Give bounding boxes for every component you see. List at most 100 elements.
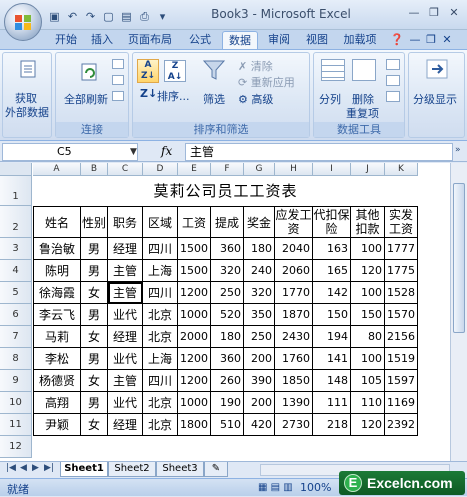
table-cell[interactable]: 100 [351,348,385,370]
table-cell[interactable]: 1000 [178,392,211,414]
table-cell[interactable]: 320 [211,260,244,282]
column-header-j[interactable]: J [351,163,385,176]
table-cell[interactable]: 马莉 [33,326,81,348]
sheet-tab-1[interactable]: Sheet1 [60,462,108,477]
table-cell[interactable]: 105 [351,370,385,392]
column-header-e[interactable]: E [178,163,211,176]
outline-button[interactable]: 分级显示 [413,91,457,107]
column-header-a[interactable]: A [33,163,81,176]
properties-icon[interactable] [112,75,124,85]
table-cell[interactable]: 320 [244,282,275,304]
table-cell[interactable]: 163 [313,238,351,260]
sort-button[interactable]: 排序... [157,88,190,104]
row-header-4[interactable]: 4 [0,260,32,282]
header-cell[interactable]: 应发工资 [275,206,313,238]
table-cell[interactable]: 陈明 [33,260,81,282]
table-cell[interactable]: 194 [313,326,351,348]
table-cell[interactable]: 1519 [385,348,418,370]
table-cell[interactable]: 1500 [178,260,211,282]
table-cell[interactable]: 1000 [178,304,211,326]
table-cell[interactable]: 390 [244,370,275,392]
table-cell[interactable]: 250 [244,326,275,348]
table-cell[interactable]: 1777 [385,238,418,260]
table-cell[interactable]: 100 [351,282,385,304]
ribbon-minimize-icon[interactable]: — [408,31,422,49]
table-cell[interactable]: 经理 [108,238,143,260]
tab-view[interactable]: 视图 [300,31,334,49]
refresh-all-button[interactable]: 全部刷新 [64,91,108,107]
table-cell[interactable]: 杨德贤 [33,370,81,392]
table-cell[interactable]: 2060 [275,260,313,282]
table-cell[interactable]: 1528 [385,282,418,304]
table-cell[interactable]: 100 [351,238,385,260]
table-cell[interactable]: 1760 [275,348,313,370]
table-cell[interactable]: 190 [211,392,244,414]
table-cell[interactable]: 80 [351,326,385,348]
column-header-f[interactable]: F [211,163,244,176]
column-header-c[interactable]: C [108,163,143,176]
table-cell[interactable]: 200 [244,348,275,370]
header-cell[interactable]: 提成 [211,206,244,238]
tab-home[interactable]: 开始 [48,31,84,49]
table-cell[interactable]: 510 [211,414,244,436]
remove-duplicates-label-2[interactable]: 重复项 [346,105,379,121]
clear-button[interactable]: ✗ 清除 [238,58,273,74]
expand-formula-icon[interactable]: » [455,145,461,155]
column-header-d[interactable]: D [143,163,178,176]
sheet-tab-2[interactable]: Sheet2 [108,462,156,477]
restore-icon[interactable]: ❐ [425,5,443,21]
header-cell[interactable]: 奖金 [244,206,275,238]
table-cell[interactable]: 1850 [275,370,313,392]
table-cell[interactable]: 男 [81,260,108,282]
close-icon[interactable]: ✕ [445,5,463,21]
name-box-dropdown-icon[interactable]: ▼ [130,144,137,160]
insert-function-icon[interactable]: fx [161,144,172,158]
table-cell[interactable]: 北京 [143,326,178,348]
zoom-level[interactable]: 100% [300,481,331,494]
table-cell[interactable]: 200 [244,392,275,414]
row-header-6[interactable]: 6 [0,304,32,326]
minimize-icon[interactable]: — [405,5,423,21]
table-cell[interactable]: 女 [81,370,108,392]
get-external-label-2[interactable]: 外部数据 [5,104,49,120]
table-cell[interactable]: 1770 [275,282,313,304]
table-cell[interactable]: 180 [211,326,244,348]
header-cell[interactable]: 实发工资 [385,206,418,238]
table-cell[interactable]: 2040 [275,238,313,260]
table-cell[interactable]: 110 [351,392,385,414]
table-cell[interactable]: 1800 [178,414,211,436]
table-cell[interactable]: 1390 [275,392,313,414]
table-cell[interactable]: 业代 [108,304,143,326]
table-cell[interactable]: 李云飞 [33,304,81,326]
table-cell[interactable]: 1597 [385,370,418,392]
row-header-12[interactable]: 12 [0,436,32,458]
table-cell[interactable]: 女 [81,414,108,436]
row-header-5[interactable]: 5 [0,282,32,304]
table-cell[interactable]: 北京 [143,304,178,326]
table-cell[interactable]: 1200 [178,370,211,392]
help-icon[interactable]: ❓ [390,31,404,49]
office-button[interactable] [4,3,42,41]
tab-page-layout[interactable]: 页面布局 [122,31,178,49]
table-cell[interactable]: 420 [244,414,275,436]
sort-descending-icon[interactable]: Z A↓ [164,60,186,82]
table-cell[interactable]: 男 [81,238,108,260]
table-cell[interactable]: 鲁治敏 [33,238,81,260]
table-cell[interactable]: 360 [211,348,244,370]
table-cell[interactable]: 主管 [108,282,143,304]
tab-formulas[interactable]: 公式 [182,31,218,49]
table-cell[interactable]: 上海 [143,260,178,282]
table-cell[interactable]: 120 [351,260,385,282]
first-sheet-icon[interactable]: |◀ [6,463,16,473]
table-cell[interactable]: 260 [211,370,244,392]
tab-insert[interactable]: 插入 [86,31,118,49]
table-cell[interactable]: 2730 [275,414,313,436]
table-cell[interactable]: 1500 [178,238,211,260]
table-cell[interactable]: 148 [313,370,351,392]
reapply-button[interactable]: ⟳ 重新应用 [238,74,295,90]
last-sheet-icon[interactable]: ▶| [44,463,54,473]
table-cell[interactable]: 250 [211,282,244,304]
table-cell[interactable]: 女 [81,282,108,304]
table-cell[interactable]: 1200 [178,282,211,304]
sort-ascending-icon[interactable]: A Z↓ [137,59,159,83]
